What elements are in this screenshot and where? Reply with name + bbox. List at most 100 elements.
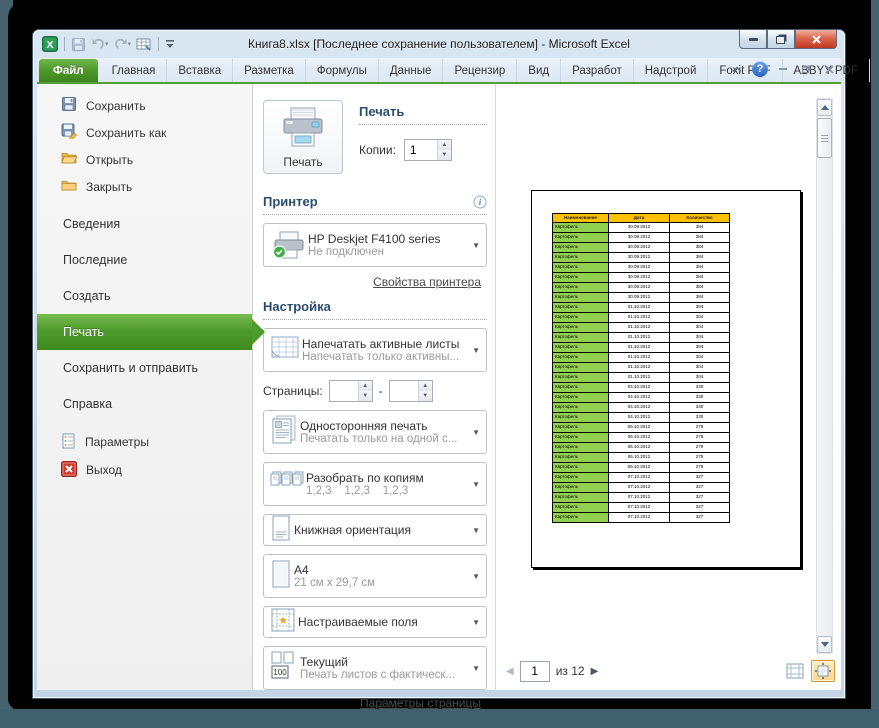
table-row: Картофель 30.09.2012 384 [552, 222, 730, 233]
spinner-arrows[interactable]: ▲ ▼ [357, 381, 372, 401]
setting-dropdown-portrait[interactable]: Книжная ориентация ▼ [263, 514, 487, 546]
scroll-up-button[interactable] [817, 99, 832, 116]
redo-button[interactable]: ▾ [113, 35, 133, 53]
sidebar-command-close-folder[interactable]: Закрыть [37, 173, 252, 200]
tab-надстрой[interactable]: Надстрой [634, 59, 709, 82]
printer-properties-link[interactable]: Свойства принтера [373, 275, 481, 289]
chevron-down-icon: ▼ [472, 525, 480, 535]
sidebar-command-save[interactable]: Сохранить [37, 92, 252, 119]
table-cell: Картофель [552, 292, 609, 303]
table-row: Картофель 07.10.2012 327 [552, 472, 730, 483]
excel-logo-icon[interactable]: X [41, 35, 59, 53]
close-mini-button[interactable] [821, 61, 837, 77]
copies-stepper[interactable]: ▲▼ [403, 139, 452, 161]
restore-mini-button[interactable] [798, 61, 814, 77]
chevron-down-icon: ▼ [472, 345, 480, 355]
page-count-label: из 12 [555, 664, 585, 678]
table-row: Картофель 30.09.2012 384 [552, 262, 730, 273]
print-button[interactable]: Печать [263, 100, 343, 174]
print-preview-panel: Наименование Дата Количество Картофель 30.09… [495, 84, 841, 690]
table-cell: Картофель [552, 462, 609, 473]
setting-dropdown-one-sided[interactable]: Односторонняя печать Печатать только на о… [263, 410, 487, 454]
setting-dropdown-margins[interactable]: ★ Настраиваемые поля ▼ [263, 606, 487, 638]
customize-qat-button[interactable] [164, 35, 176, 53]
tab-данные[interactable]: Данные [379, 59, 444, 82]
dropdown-title: Книжная ориентация [294, 523, 411, 537]
setting-dropdown-paper[interactable]: A4 21 см x 29,7 см ▼ [263, 554, 487, 598]
table-cell: 30.09.2012 [608, 272, 670, 283]
tab-файл[interactable]: Файл [39, 59, 98, 82]
table-row: Картофель 01.10.2012 304 [552, 332, 730, 343]
table-row: Картофель 04.10.2012 330 [552, 382, 730, 393]
spin-down-icon: ▼ [437, 150, 451, 160]
setting-dropdown-active-sheets[interactable]: Напечатать активные листы Напечатать толь… [263, 328, 487, 372]
save-button[interactable] [70, 35, 87, 53]
table-cell: 30.09.2012 [608, 242, 670, 253]
zoom-to-page-button[interactable] [811, 660, 835, 682]
printer-select[interactable]: HP Deskjet F4100 series Не подключен ▼ [263, 223, 487, 267]
table-cell: 06.10.2012 [608, 442, 670, 453]
sidebar-footer-options[interactable]: Параметры [37, 428, 252, 456]
table-cell: Картофель [552, 332, 609, 343]
spinner-arrows[interactable]: ▲ ▼ [436, 140, 451, 160]
tab-рецензир[interactable]: Рецензир [443, 59, 518, 82]
sidebar-item-создать[interactable]: Создать [37, 278, 252, 314]
table-cell: 330 [669, 382, 730, 393]
setting-dropdown-collated[interactable]: Разобрать по копиям 1,2,3 1,2,3 1,2,3 ▼ [263, 462, 487, 506]
pages-from-input[interactable] [329, 381, 358, 401]
table-cell: Картофель [552, 222, 609, 233]
table-cell: 01.10.2012 [608, 322, 670, 333]
minimize-button[interactable] [739, 30, 767, 49]
table-cell: 327 [669, 502, 730, 513]
spinner-arrows[interactable]: ▲ ▼ [417, 381, 432, 401]
close-button[interactable] [795, 30, 837, 49]
sidebar-item-печать[interactable]: Печать [37, 314, 265, 350]
previous-page-button[interactable]: ◀ [506, 666, 514, 677]
setting-dropdown-scale[interactable]: 100 Текущий Печать листов с фактическ... ▼ [263, 646, 487, 690]
table-cell: Картофель [552, 322, 609, 333]
table-row: Картофель 01.10.2012 304 [552, 362, 730, 373]
table-cell: 04.10.2012 [608, 392, 670, 403]
current-page-input[interactable] [519, 660, 550, 682]
next-page-button[interactable]: ▶ [591, 666, 599, 677]
sidebar-item-сведения[interactable]: Сведения [37, 206, 252, 242]
sidebar-item-справка[interactable]: Справка [37, 386, 252, 422]
table-cell: 30.09.2012 [608, 252, 670, 263]
tab-главная[interactable]: Главная [101, 59, 168, 82]
table-cell: 384 [669, 282, 730, 293]
undo-button[interactable]: ▾ [90, 35, 110, 53]
preview-scrollbar[interactable] [816, 98, 833, 654]
collapse-ribbon-button[interactable] [729, 61, 745, 77]
sidebar-command-open-folder[interactable]: Открыть [37, 146, 252, 173]
help-button[interactable]: ? [752, 61, 768, 77]
tab-разработ[interactable]: Разработ [561, 59, 634, 82]
scale-icon: 100 [270, 651, 298, 686]
table-cell: 06.10.2012 [608, 432, 670, 443]
tab-формулы[interactable]: Формулы [306, 59, 379, 82]
tab-разметка[interactable]: Разметка [233, 59, 306, 82]
copies-input[interactable] [404, 140, 437, 160]
table-cell: 07.10.2012 [608, 492, 670, 503]
sidebar-footer-exit[interactable]: Выход [37, 456, 252, 484]
tab-вид[interactable]: Вид [517, 59, 562, 82]
pages-to-stepper[interactable]: ▲ ▼ [388, 380, 433, 402]
table-cell: Картофель [552, 282, 609, 293]
restore-button[interactable] [767, 30, 795, 49]
sidebar-item-последние[interactable]: Последние [37, 242, 252, 278]
minimize-mini-button[interactable] [775, 61, 791, 77]
quick-table-button[interactable] [135, 35, 153, 53]
scrollbar-thumb[interactable] [817, 118, 832, 158]
sidebar-item-сохранить-и-отправить[interactable]: Сохранить и отправить [37, 350, 252, 386]
sidebar-command-save-as[interactable]: Сохранить как [37, 119, 252, 146]
pages-to-input[interactable] [389, 381, 418, 401]
table-row: Картофель 06.10.2012 279 [552, 432, 730, 443]
table-cell: 384 [669, 292, 730, 303]
tab-вставка[interactable]: Вставка [167, 59, 234, 82]
table-row: Картофель 01.10.2012 304 [552, 322, 730, 333]
restore-icon [801, 66, 809, 73]
scroll-down-button[interactable] [817, 636, 832, 653]
show-margins-button[interactable] [783, 660, 807, 682]
svg-text:100: 100 [273, 668, 287, 677]
page-setup-link[interactable]: Параметры страницы [360, 696, 481, 710]
pages-from-stepper[interactable]: ▲ ▼ [328, 380, 373, 402]
